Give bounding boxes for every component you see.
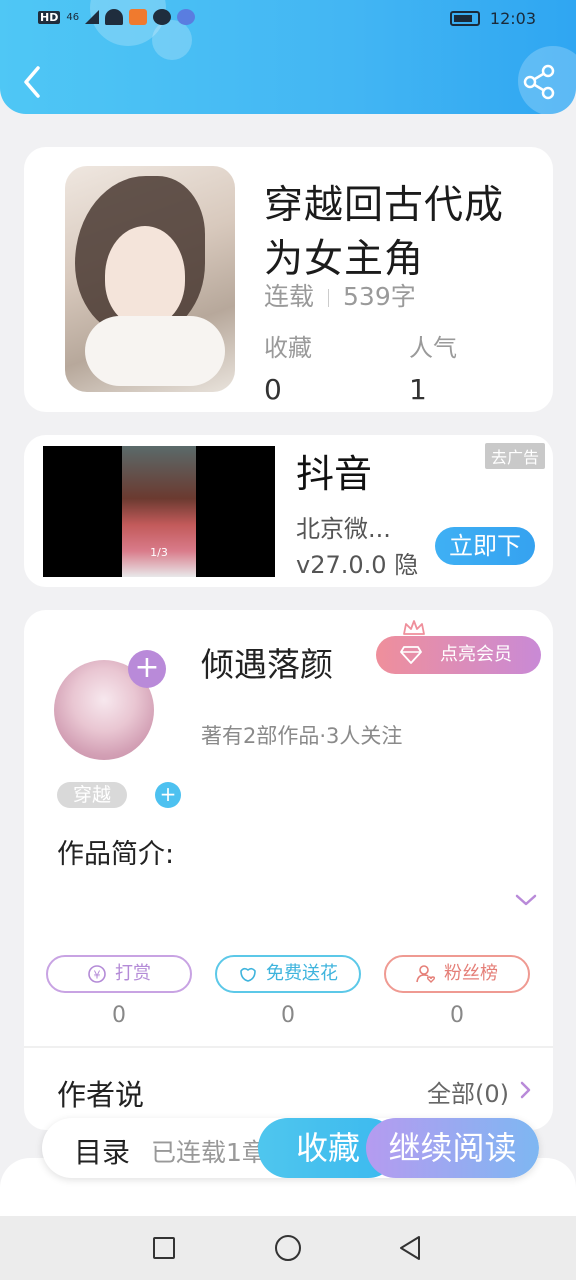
tip-count: 0 [112, 1003, 126, 1028]
wechat-icon [153, 9, 172, 25]
follow-plus-icon[interactable]: + [128, 650, 166, 688]
music-icon [177, 9, 196, 25]
crown-icon [403, 620, 425, 635]
remove-ad-tag[interactable]: 去广告 [484, 443, 545, 469]
status-bar: HD 46 12:03 [0, 0, 576, 40]
author-meta: 著有2部作品·3人关注 [201, 724, 403, 748]
book-status-row: 连载 539字 [264, 277, 416, 313]
app-notification-icon [129, 9, 148, 25]
flower-label: 免费送花 [266, 963, 338, 984]
ad-video-frame: 1/3 [122, 446, 196, 577]
send-flower-button[interactable]: 免费送花 [215, 955, 361, 993]
status-icons: HD 46 [38, 9, 196, 25]
ad-company: 北京微... [296, 515, 391, 543]
book-info-card: 穿越回古代成为女主角 连载 539字 收藏 人气 0 1 [24, 147, 553, 412]
popularity-count: 1 [409, 373, 427, 406]
vip-button-label: 点亮会员 [440, 644, 512, 665]
genre-tag[interactable]: 穿越 [57, 782, 127, 808]
ad-version-row: v27.0.0 隐 [296, 545, 418, 580]
back-triangle-icon[interactable] [398, 1234, 422, 1262]
svg-text:¥: ¥ [94, 969, 101, 982]
activate-vip-button[interactable]: 点亮会员 [376, 636, 541, 674]
hd-label: HD [38, 10, 61, 24]
signal-icon [85, 10, 100, 24]
divider [24, 1046, 553, 1048]
ad-privacy-link[interactable]: 隐 [394, 551, 418, 579]
wifi-icon [105, 9, 124, 25]
table-of-contents-button[interactable]: 目录 [74, 1131, 130, 1171]
cover-art-arm [85, 316, 225, 386]
tip-button[interactable]: ¥ 打赏 [46, 955, 192, 993]
divider [328, 289, 330, 307]
recent-apps-icon[interactable] [153, 1237, 175, 1259]
favorites-label: 收藏 [264, 334, 312, 362]
chevron-left-icon[interactable] [18, 62, 48, 102]
flower-count: 0 [281, 1003, 295, 1028]
tip-label: 打赏 [115, 963, 151, 984]
word-count: 539字 [343, 282, 416, 311]
popularity-label: 人气 [409, 334, 457, 362]
chevron-down-icon[interactable] [514, 892, 538, 908]
serial-chapter-count: 已连载1章 [151, 1138, 267, 1167]
author-name: 倾遇落颜 [201, 645, 333, 684]
add-tag-icon[interactable]: + [155, 782, 181, 808]
chevron-right-icon[interactable] [519, 1080, 531, 1100]
ad-version: v27.0.0 [296, 551, 387, 579]
fan-ranking-button[interactable]: 粉丝榜 [384, 955, 530, 993]
ad-download-button[interactable]: 立即下 [435, 527, 535, 565]
ad-video-counter: 1/3 [150, 546, 168, 559]
fans-label: 粉丝榜 [444, 963, 498, 984]
fans-count: 0 [450, 1003, 464, 1028]
flower-icon [240, 967, 256, 982]
user-heart-icon [416, 965, 436, 983]
share-icon[interactable] [522, 64, 556, 100]
author-says-heading: 作者说 [57, 1078, 145, 1112]
home-icon[interactable] [275, 1235, 301, 1261]
ad-video-thumbnail[interactable]: 1/3 [43, 446, 275, 577]
serial-status: 连载 [264, 282, 315, 311]
system-nav-bar [0, 1216, 576, 1280]
author-card: + 倾遇落颜 点亮会员 著有2部作品·3人关注 穿越 + 作品简介: ¥ 打赏 … [24, 610, 553, 1130]
bottom-action-bar: 目录 已连载1章 收藏 继续阅读 [42, 1118, 539, 1178]
book-title: 穿越回古代成为女主角 [264, 183, 505, 282]
network-label: 46 [66, 11, 80, 23]
header: HD 46 12:03 [0, 0, 576, 114]
diamond-icon [400, 646, 422, 664]
ad-card[interactable]: 1/3 抖音 去广告 北京微... v27.0.0 隐 立即下 [24, 435, 553, 587]
ad-app-name: 抖音 [296, 452, 373, 496]
intro-label: 作品简介: [57, 839, 175, 870]
all-link-label: 全部(0) [427, 1080, 509, 1108]
yen-coin-icon: ¥ [88, 965, 106, 983]
cover-art-face [105, 226, 185, 326]
author-says-all-link[interactable]: 全部(0) [427, 1074, 509, 1109]
book-cover[interactable] [65, 166, 235, 392]
continue-reading-button[interactable]: 继续阅读 [366, 1118, 539, 1178]
status-time: 12:03 [489, 9, 536, 28]
favorites-count: 0 [264, 373, 282, 406]
battery-icon [450, 11, 480, 26]
